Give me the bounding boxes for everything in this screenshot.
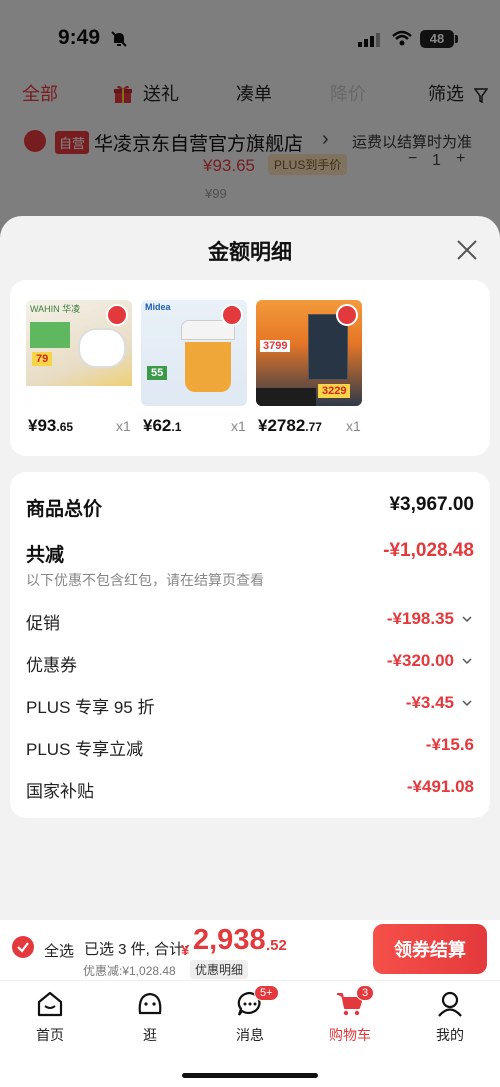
total-amount: 2,938 (193, 924, 266, 956)
profile-icon (438, 991, 462, 1017)
product-image-badge: 55 (147, 366, 168, 380)
product-spec-block (30, 322, 70, 348)
tab-profile[interactable]: 我的 (410, 989, 490, 1045)
tab-browse-label: 逛 (143, 1027, 157, 1043)
close-icon[interactable] (455, 238, 479, 262)
product-check-icon[interactable] (106, 304, 128, 326)
total-value: ¥3,967.00 (389, 494, 474, 515)
national-subsidy-label: 国家补贴 (26, 782, 94, 801)
total-label: 商品总价 (26, 499, 103, 520)
reduce-value: -¥1,028.48 (383, 540, 474, 561)
tab-home[interactable]: 首页 (10, 989, 90, 1045)
product-image-badge: 79 (32, 352, 53, 366)
product-price: ¥93.65 (28, 416, 74, 435)
check-icon (17, 942, 29, 953)
tab-messages[interactable]: 5+ 消息 (210, 985, 290, 1045)
tab-home-label: 首页 (36, 1027, 64, 1043)
background-cart-page: 9:49 48 全部 送礼 凑单 降价 筛选 自营 华凌京东自营官方旗舰店 › … (0, 0, 500, 240)
products-card: WAHIN 华凌 79 ¥93.65 x1 Midea 55 ¥62.1 x1 (10, 280, 490, 456)
product-brand-tag: Midea (145, 302, 171, 312)
selected-count: 已选 3 件, 合计: (84, 941, 189, 958)
product-image[interactable]: 3799 3229 (256, 300, 362, 406)
product-price: ¥62.1 (143, 416, 182, 435)
coupon-value: -¥320.00 (386, 651, 454, 670)
tab-browse[interactable]: 逛 (110, 989, 190, 1045)
chevron-down-icon[interactable] (462, 699, 472, 707)
checkout-bar: 全选 已选 3 件, 合计: ¥ 2,938 .52 优惠减:¥1,028.48… (0, 920, 500, 980)
discount-note: 优惠减:¥1,028.48 (83, 964, 176, 978)
home-indicator[interactable] (182, 1073, 318, 1078)
product-quantity: x1 (346, 418, 361, 434)
product-item[interactable]: WAHIN 华凌 79 ¥93.65 x1 (26, 300, 144, 435)
select-all-checkbox[interactable] (12, 936, 34, 958)
total-currency: ¥ (181, 942, 190, 959)
promotion-value: -¥198.35 (386, 609, 454, 628)
browse-icon (138, 992, 162, 1015)
messages-badge: 5+ (254, 985, 279, 1001)
select-all-label[interactable]: 全选 (44, 940, 74, 961)
price-summary-card: 商品总价 ¥3,967.00 共减 -¥1,028.48 以下优惠不包含红包，请… (10, 472, 490, 818)
product-quantity: x1 (231, 418, 246, 434)
tab-cart-label: 购物车 (329, 1027, 371, 1043)
product-price: ¥2782.77 (258, 416, 322, 435)
promotion-label: 促销 (26, 614, 60, 633)
product-check-icon[interactable] (221, 304, 243, 326)
product-check-icon[interactable] (336, 304, 358, 326)
product-image[interactable]: WAHIN 华凌 79 (26, 300, 132, 406)
total-decimal: .52 (266, 937, 287, 954)
product-original-badge: 3799 (260, 340, 291, 352)
product-promo-strip (256, 388, 316, 406)
plus-discount-value: -¥3.45 (405, 693, 454, 712)
sheet-title: 金额明细 (208, 241, 292, 264)
reduce-label: 共减 (26, 545, 65, 566)
tab-profile-label: 我的 (436, 1027, 464, 1043)
product-item[interactable]: 3799 3229 ¥2782.77 x1 (256, 300, 374, 435)
plus-discount-label: PLUS 专享 95 折 (26, 698, 155, 717)
discount-detail-button[interactable]: 优惠明细 (190, 960, 249, 979)
amount-detail-sheet: 金额明细 WAHIN 华凌 79 ¥93.65 x1 Midea 55 ¥62.… (0, 216, 500, 922)
tab-messages-label: 消息 (236, 1027, 264, 1043)
reduce-note: 以下优惠不包含红包，请在结算页查看 (26, 572, 264, 588)
national-subsidy-value: -¥491.08 (406, 777, 474, 796)
dim-overlay[interactable] (0, 0, 500, 240)
product-item[interactable]: Midea 55 ¥62.1 x1 (141, 300, 259, 435)
plus-reduce-value: -¥15.6 (425, 735, 474, 754)
chevron-down-icon[interactable] (462, 615, 472, 623)
product-quantity: x1 (116, 418, 131, 434)
cart-badge: 3 (356, 985, 375, 1001)
plus-reduce-label: PLUS 专享立减 (26, 740, 144, 759)
checkout-button[interactable]: 领券结算 (373, 924, 487, 974)
stew-pot-graphic (78, 328, 126, 368)
product-image-badge: 3229 (318, 384, 351, 398)
tab-cart[interactable]: 3 购物车 (310, 985, 390, 1045)
product-promo-strip (26, 386, 132, 406)
chopper-bowl-graphic (185, 342, 231, 392)
chevron-down-icon[interactable] (462, 657, 472, 665)
bottom-tab-bar: 首页 逛 5+ 消息 3 购物车 我的 (0, 980, 500, 1087)
home-icon (37, 991, 63, 1017)
product-brand-tag: WAHIN 华凌 (30, 304, 81, 314)
coupon-label: 优惠券 (26, 656, 77, 675)
product-image[interactable]: Midea 55 (141, 300, 247, 406)
